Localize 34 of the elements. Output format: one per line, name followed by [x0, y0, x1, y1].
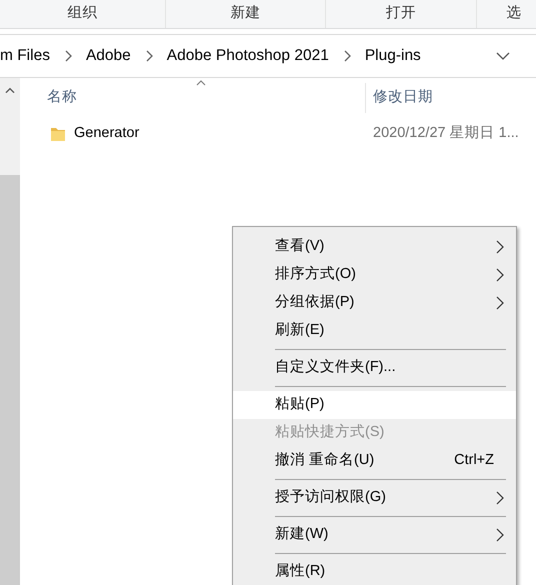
- breadcrumb-segment[interactable]: Adobe: [86, 44, 131, 68]
- menu-item[interactable]: 授予访问权限(G): [233, 484, 516, 512]
- chevron-right-icon: [496, 240, 504, 254]
- chevron-right-icon: [496, 528, 504, 542]
- toolbar-button[interactable]: 组织: [0, 0, 166, 28]
- chevron-right-icon: [144, 50, 153, 62]
- chevron-right-icon: [64, 50, 72, 62]
- menu-item[interactable]: 查看(V): [233, 233, 516, 261]
- toolbar-button[interactable]: 新建: [166, 0, 326, 28]
- menu-item[interactable]: 排序方式(O): [233, 261, 516, 289]
- breadcrumb-segment[interactable]: m Files: [0, 44, 50, 68]
- column-header[interactable]: 修改日期: [373, 87, 433, 109]
- date-cell-text: 2020/12/27 星期日 1...: [372, 124, 519, 144]
- folder-icon: [50, 126, 66, 142]
- chevron-right-icon: [496, 296, 504, 310]
- dropdown-icon: [496, 52, 510, 60]
- menu-item[interactable]: 属性(R): [233, 558, 516, 585]
- breadcrumb-segment[interactable]: Plug-ins: [364, 44, 421, 68]
- menu-item[interactable]: 自定义文件夹(F)...: [233, 354, 516, 382]
- chevron-right-icon: [496, 491, 504, 505]
- file-name[interactable]: Generator: [74, 123, 140, 145]
- chevron-right-icon: [342, 50, 351, 62]
- menu-item[interactable]: 撤消 重命名(U) Ctrl+Z: [233, 447, 516, 475]
- toolbar-button[interactable]: 选: [476, 0, 536, 28]
- menu-item[interactable]: 分组依据(P): [233, 289, 516, 317]
- toolbar-button[interactable]: 打开: [326, 0, 477, 28]
- scrollbar[interactable]: [0, 78, 20, 585]
- menu-item[interactable]: 新建(W): [233, 521, 516, 549]
- breadcrumb-segment[interactable]: Adobe Photoshop 2021: [166, 44, 329, 68]
- menu-item[interactable]: 粘贴(P): [233, 391, 516, 419]
- chevron-right-icon: [496, 268, 504, 282]
- scroll-up-icon: [4, 87, 16, 94]
- menu-item[interactable]: 刷新(E): [233, 317, 516, 345]
- column-header[interactable]: 名称: [47, 89, 77, 106]
